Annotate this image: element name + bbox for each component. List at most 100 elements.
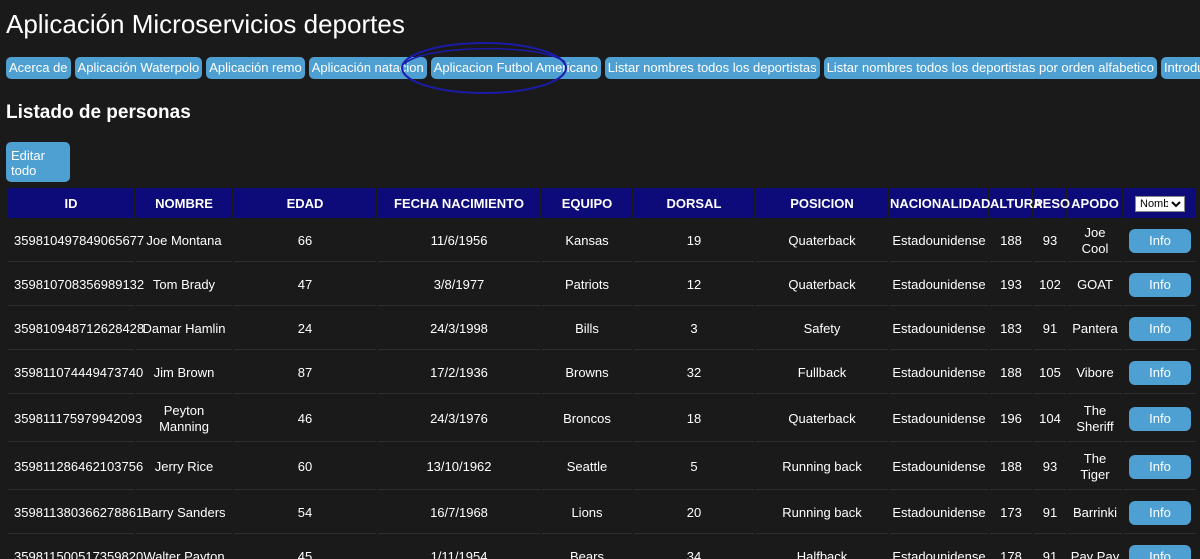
cell-altura: 183 [990,308,1032,350]
cell-equipo: Kansas [542,220,632,262]
nav-natacion-button[interactable]: Aplicación natacion [308,57,427,79]
cell-edad: 24 [234,308,376,350]
cell-actions: Info [1124,220,1196,262]
cell-peso: 91 [1034,308,1066,350]
cell-altura: 188 [990,444,1032,490]
cell-nacionalidad: Estadounidense [890,352,988,394]
table-row: 359811286462103756 Jerry Rice 60 13/10/1… [8,444,1196,490]
column-header-order: Nombre [1124,188,1196,218]
cell-fecha-nacimiento: 24/3/1976 [378,396,540,442]
cell-altura: 178 [990,536,1032,559]
cell-id: 359810948712628428 [8,308,144,350]
column-header-edad: EDAD [234,188,376,218]
cell-nacionalidad: Estadounidense [890,536,988,559]
cell-equipo: Lions [542,492,632,534]
cell-peso: 105 [1034,352,1066,394]
cell-dorsal: 5 [634,444,754,490]
nav-bar: Acerca de Aplicación Waterpolo Aplicació… [6,57,1200,79]
nav-listar-nombres-button[interactable]: Listar nombres todos los deportistas [604,57,820,79]
cell-edad: 47 [234,264,376,306]
nav-remo-button[interactable]: Aplicación remo [206,57,305,79]
column-header-nombre: NOMBRE [136,188,232,218]
page: Aplicación Microservicios deportes Acerc… [0,0,1200,559]
cell-actions: Info [1124,308,1196,350]
cell-edad: 46 [234,396,376,442]
cell-nombre: Peyton Manning [136,396,232,442]
cell-altura: 173 [990,492,1032,534]
cell-actions: Info [1124,264,1196,306]
cell-altura: 188 [990,352,1032,394]
cell-peso: 93 [1034,220,1066,262]
cell-fecha-nacimiento: 3/8/1977 [378,264,540,306]
cell-id: 359811380366278861 [8,492,143,534]
cell-edad: 87 [234,352,376,394]
column-header-id: ID [8,188,134,218]
info-button[interactable]: Info [1129,406,1191,431]
cell-equipo: Broncos [542,396,632,442]
cell-equipo: Seattle [542,444,632,490]
cell-nacionalidad: Estadounidense [890,396,988,442]
info-button[interactable]: Info [1129,316,1191,341]
info-button[interactable]: Info [1129,272,1191,297]
cell-nacionalidad: Estadounidense [890,220,988,262]
info-button[interactable]: Info [1129,360,1191,385]
cell-dorsal: 12 [634,264,754,306]
nav-futbol-americano-button[interactable]: Aplicacion Futbol Americano [430,57,601,79]
cell-apodo: The Sheriff [1068,396,1122,442]
table-header-row: ID NOMBRE EDAD FECHA NACIMIENTO EQUIPO D… [8,188,1196,218]
cell-posicion: Quaterback [756,220,888,262]
cell-peso: 93 [1034,444,1066,490]
cell-fecha-nacimiento: 13/10/1962 [378,444,540,490]
cell-peso: 91 [1034,536,1066,559]
cell-actions: Info [1124,444,1196,490]
cell-actions: Info [1124,492,1196,534]
app-title: Aplicación Microservicios deportes [6,9,405,39]
nav-acerca-de-button[interactable]: Acerca de [6,57,71,79]
cell-id: 359811286462103756 [8,444,143,490]
cell-nombre: Joe Montana [136,220,232,262]
column-header-nacionalidad: NACIONALIDAD [890,188,990,218]
cell-nombre: Damar Hamlin [136,308,232,350]
cell-fecha-nacimiento: 17/2/1936 [378,352,540,394]
nav-introduce-cadena-button[interactable]: Introduce cadena [1160,57,1200,79]
info-button[interactable]: Info [1129,500,1191,525]
nav-waterpolo-button[interactable]: Aplicación Waterpolo [74,57,203,79]
table-row: 359810497849065677 Joe Montana 66 11/6/1… [8,220,1196,262]
cell-posicion: Safety [756,308,888,350]
cell-edad: 66 [234,220,376,262]
cell-fecha-nacimiento: 16/7/1968 [378,492,540,534]
table-row: 359811074449473740 Jim Brown 87 17/2/193… [8,352,1196,394]
cell-posicion: Quaterback [756,396,888,442]
cell-dorsal: 32 [634,352,754,394]
edit-all-button[interactable]: Editar todo [6,142,70,182]
cell-peso: 102 [1034,264,1066,306]
cell-fecha-nacimiento: 24/3/1998 [378,308,540,350]
cell-nacionalidad: Estadounidense [890,264,988,306]
column-header-peso: PESO [1034,188,1070,218]
column-header-equipo: EQUIPO [542,188,632,218]
cell-equipo: Patriots [542,264,632,306]
table-row: 359810708356989132 Tom Brady 47 3/8/1977… [8,264,1196,306]
cell-nombre: Barry Sanders [136,492,232,534]
cell-nacionalidad: Estadounidense [890,492,988,534]
cell-dorsal: 3 [634,308,754,350]
people-table: ID NOMBRE EDAD FECHA NACIMIENTO EQUIPO D… [6,186,1198,559]
cell-posicion: Fullback [756,352,888,394]
cell-apodo: Pantera [1068,308,1122,350]
info-button[interactable]: Info [1129,544,1191,559]
cell-posicion: Running back [756,492,888,534]
cell-posicion: Quaterback [756,264,888,306]
column-header-altura: ALTURA [990,188,1042,218]
nav-listar-alfabetico-button[interactable]: Listar nombres todos los deportistas por… [823,57,1157,79]
info-button[interactable]: Info [1129,454,1191,479]
cell-altura: 196 [990,396,1032,442]
cell-nacionalidad: Estadounidense [890,444,988,490]
info-button[interactable]: Info [1129,228,1191,253]
column-header-apodo: APODO [1068,188,1122,218]
cell-peso: 104 [1034,396,1066,442]
cell-actions: Info [1124,536,1196,559]
cell-id: 359811074449473740 [8,352,143,394]
order-select[interactable]: Nombre [1135,195,1185,212]
section-title: Listado de personas [6,102,191,123]
cell-actions: Info [1124,396,1196,442]
